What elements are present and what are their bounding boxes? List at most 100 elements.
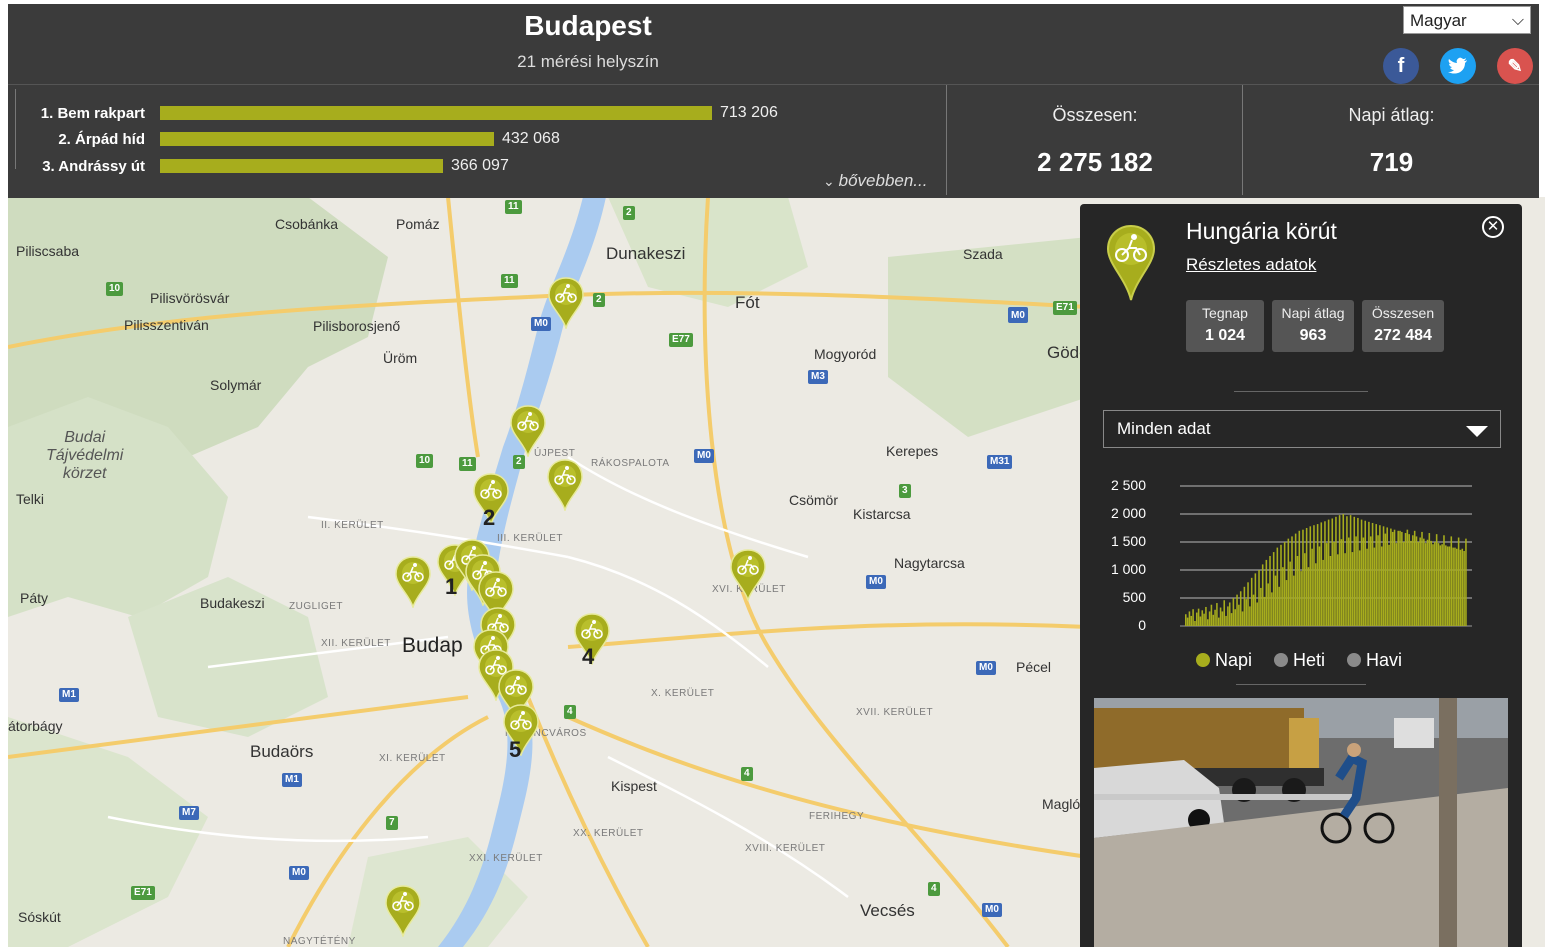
chart-bar	[1450, 536, 1453, 626]
chart-bar	[1410, 540, 1412, 626]
stat-total: Összesen 272 484	[1362, 300, 1444, 352]
chart-bar	[1291, 536, 1293, 626]
chart-bar	[1313, 525, 1315, 626]
chart-bar	[1185, 614, 1187, 626]
chart-bar	[1249, 606, 1251, 626]
legend-heti[interactable]: Heti	[1274, 650, 1325, 671]
chart-bar	[1205, 606, 1207, 626]
twitter-icon[interactable]	[1440, 48, 1476, 84]
chart-bar	[1315, 563, 1317, 626]
cluster-number[interactable]: 5	[509, 737, 521, 763]
chart-bar	[1463, 550, 1465, 626]
map-place-label: Budap	[402, 634, 463, 657]
cluster-number[interactable]: 2	[483, 505, 495, 531]
chart-bar	[1368, 521, 1370, 626]
facebook-icon[interactable]: f	[1383, 48, 1419, 84]
road-shield: M0	[982, 903, 1002, 917]
map-place-label: Kispest	[611, 778, 657, 794]
map-place-label: Pilisvörösvár	[150, 290, 230, 306]
road-shield: 4	[928, 882, 940, 896]
road-shield: 10	[106, 282, 124, 296]
bike-counter-pin-icon[interactable]	[385, 885, 421, 937]
bike-counter-pin-icon[interactable]	[547, 459, 583, 511]
ranking-label[interactable]: 1. Bem rakpart	[16, 105, 145, 122]
ranking-bar[interactable]	[160, 106, 712, 120]
period-filter-select[interactable]: Minden adat	[1103, 410, 1501, 448]
legend-dot	[1347, 653, 1361, 667]
chart-bar	[1208, 611, 1211, 626]
chart-bar	[1278, 586, 1280, 626]
chart-bar	[1355, 536, 1357, 626]
road-shield: 4	[564, 705, 576, 719]
map-place-label: Budaörs	[250, 742, 314, 761]
cluster-number[interactable]: 4	[582, 644, 594, 670]
y-tick-label: 0	[1138, 617, 1146, 633]
chart-bar	[1199, 616, 1202, 626]
language-select[interactable]: Magyar ⌵	[1403, 6, 1531, 34]
chart-bar	[1289, 561, 1291, 626]
road-shield: 10	[416, 454, 434, 468]
legend-dot	[1196, 653, 1210, 667]
daily-traffic-chart	[1180, 485, 1472, 627]
chart-bar	[1245, 599, 1247, 626]
bike-counter-pin-icon[interactable]	[395, 556, 431, 608]
bike-counter-pin-icon[interactable]	[548, 277, 584, 329]
chart-bar	[1274, 575, 1277, 626]
ranking-label[interactable]: 2. Árpád híd	[16, 131, 145, 148]
chart-bar	[1294, 533, 1297, 626]
chart-bar	[1344, 553, 1346, 626]
road-shield: 11	[501, 274, 518, 288]
map-place-label: Piliscsaba	[16, 243, 80, 259]
map-place-label: ZUGLIGET	[289, 601, 344, 612]
ranking-bar[interactable]	[160, 132, 494, 146]
chart-bar	[1282, 567, 1284, 626]
park-label: Budai Tájvédelmi körzet	[46, 429, 123, 483]
map-place-label: Vecsés	[860, 901, 915, 920]
cluster-number[interactable]: 1	[445, 574, 457, 600]
map-place-label: XII. KERÜLET	[321, 638, 391, 649]
chart-bar	[1206, 619, 1209, 626]
map-place-label: X. KERÜLET	[651, 688, 715, 699]
chart-bar	[1329, 556, 1332, 626]
details-link[interactable]: Részletes adatok	[1186, 255, 1316, 275]
map-place-label: Csobánka	[275, 216, 339, 232]
map-place-label: RÁKOSPALOTA	[591, 458, 670, 469]
road-shield: M0	[289, 866, 309, 880]
chart-bar	[1287, 538, 1290, 626]
ranking-label[interactable]: 3. Andrássy út	[16, 158, 145, 175]
map-place-label: Kerepes	[886, 443, 939, 459]
chart-bar	[1456, 548, 1458, 626]
bike-counter-pin-icon[interactable]	[510, 405, 546, 457]
stats-band: 1. Bem rakpart 713 206 2. Árpád híd 432 068…	[8, 84, 1539, 198]
chart-bar	[1230, 613, 1233, 626]
chart-bar	[1465, 538, 1467, 626]
divider	[1234, 391, 1368, 392]
link-icon[interactable]: ✎	[1497, 48, 1533, 84]
chart-bar	[1298, 530, 1301, 626]
chart-bar	[1362, 537, 1365, 626]
chart-bar	[1309, 526, 1312, 626]
chart-bar	[1236, 594, 1238, 626]
chart-bar	[1353, 516, 1356, 626]
page-subtitle: 21 mérési helyszín	[517, 52, 659, 71]
chart-bar	[1369, 536, 1372, 626]
map-place-label: Üröm	[383, 350, 418, 366]
chart-bar	[1192, 609, 1194, 626]
chart-bar	[1448, 546, 1451, 626]
chart-bar	[1446, 546, 1449, 626]
chart-bar	[1366, 548, 1368, 626]
y-tick-label: 1 500	[1110, 533, 1146, 549]
chart-bar	[1452, 547, 1454, 626]
stat-label: Tegnap	[1202, 305, 1248, 321]
legend-havi[interactable]: Havi	[1347, 650, 1402, 671]
chart-bar	[1461, 548, 1464, 626]
chart-bar	[1322, 559, 1324, 626]
close-icon[interactable]: ✕	[1482, 216, 1504, 238]
chart-bar	[1346, 516, 1348, 626]
bike-counter-pin-icon[interactable]	[730, 549, 766, 601]
legend-napi[interactable]: Napi	[1196, 650, 1252, 671]
road-shield: E77	[669, 333, 693, 347]
more-link[interactable]: ⌄ bővebben...	[823, 171, 927, 191]
chart-bar	[1358, 550, 1361, 626]
ranking-bar[interactable]	[160, 159, 443, 173]
